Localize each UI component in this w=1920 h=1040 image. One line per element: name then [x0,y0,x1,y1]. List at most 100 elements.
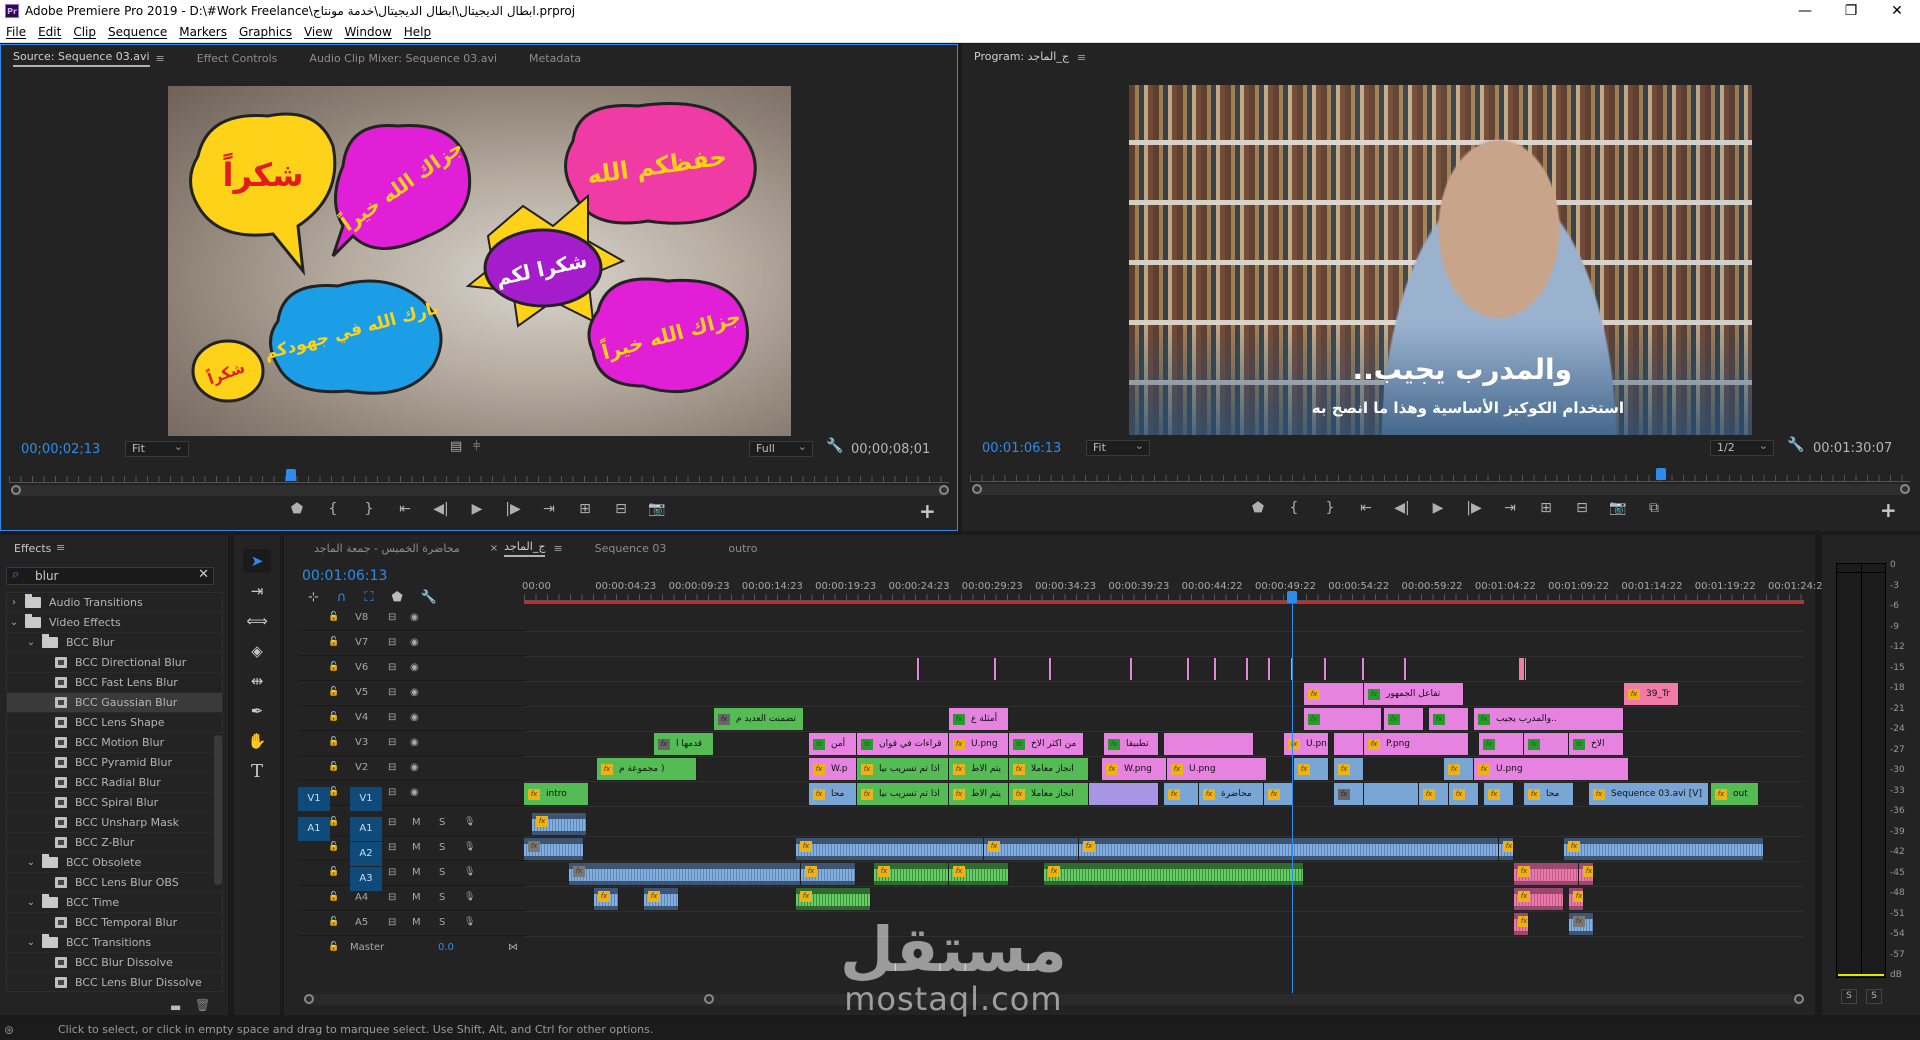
effects-tree-item[interactable]: ⌄ Video Effects [7,613,222,633]
mark-in-icon[interactable]: { [1276,500,1312,516]
timeline-clip[interactable]: fx [1164,783,1199,805]
track-lock-icon[interactable]: 🔓 [328,637,339,647]
audio-lane-a2[interactable]: fx fx fx fx fx fx [524,837,1804,862]
overwrite-icon[interactable]: ⊟ [603,501,639,517]
transition-sliver[interactable] [917,658,920,680]
toggle-output-eye-icon[interactable]: ◉ [410,787,419,798]
timeline-clip[interactable]: fx محا [1524,783,1574,805]
timeline-clip[interactable]: fx قدمها ا [654,733,714,755]
new-bin-icon[interactable]: ▬ [170,1000,181,1014]
effects-tree-item[interactable]: BCC Blur Dissolve [7,953,222,973]
tab-sequence-lecture[interactable]: محاضرة الخميس - جمعة الماجد [314,542,460,555]
menu-edit[interactable]: Edit [38,25,61,39]
step-back-icon[interactable]: ◀| [423,501,459,517]
tab-program[interactable]: Program: ج_الماجد [974,50,1069,65]
timeline-clip[interactable]: fx [1294,758,1329,780]
program-resolution-select[interactable]: 1/2 [1710,439,1774,456]
track-target-label[interactable]: A5 [355,917,368,928]
audio-clip[interactable]: fx [801,863,856,885]
mark-out-icon[interactable]: } [1312,500,1348,516]
effects-tree-item[interactable]: BCC Z-Blur [7,833,222,853]
go-to-in-icon[interactable]: ⇤ [387,501,423,517]
menu-view[interactable]: View [304,25,332,39]
sync-lock-icon[interactable]: ⊟ [388,867,396,878]
tab-sequence-aljajid[interactable]: ج_الماجد [504,540,546,557]
sync-lock-icon[interactable]: ⊟ [388,637,396,648]
audio-clip[interactable]: fx [1044,863,1304,885]
video-lane-v5[interactable]: fx fx تفاعل الجمهور fx 39_Tr [524,682,1804,707]
tab-audio-clip-mixer[interactable]: Audio Clip Mixer: Sequence 03.avi [309,52,497,65]
transition-sliver[interactable] [1268,658,1271,680]
toggle-output-eye-icon[interactable]: ◉ [410,637,419,648]
step-forward-icon[interactable]: |▶ [1456,500,1492,516]
timeline-clip[interactable]: fx W.p [809,758,857,780]
transition-sliver[interactable] [1130,658,1133,680]
video-lane-v3[interactable]: fx قدمها ا fx أمن fx قراءات في قوان fx U.png fx م… [524,732,1804,757]
effects-tree-item[interactable]: ⌄ BCC Blur [7,633,222,653]
maximize-button[interactable]: ❐ [1828,0,1874,22]
effects-tree-item[interactable]: ⌄ BCC Transitions [7,933,222,953]
insert-icon[interactable]: ⊞ [567,501,603,517]
toggle-output-eye-icon[interactable]: ◉ [410,662,419,673]
track-target-label[interactable]: V5 [355,687,368,698]
solo-track-button[interactable]: S [439,817,445,828]
tab-metadata[interactable]: Metadata [529,52,581,65]
scroll-end-handle[interactable] [939,485,949,495]
step-forward-icon[interactable]: |▶ [495,501,531,517]
audio-clip[interactable]: fx [532,813,587,835]
panel-menu-icon[interactable]: ≡ [1077,51,1086,64]
chevron-down-icon[interactable]: ⌄ [24,857,38,868]
track-select-tool-icon[interactable]: ⇥ [243,579,271,603]
sync-lock-icon[interactable]: ⊟ [388,687,396,698]
extract-icon[interactable]: ⊟ [1564,500,1600,516]
voice-over-mic-icon[interactable]: 🎙 [464,917,475,927]
track-target-label[interactable]: V6 [355,662,368,673]
timeline-clip[interactable]: fx U.png [1167,758,1267,780]
program-timecode[interactable]: 00:01:06:13 [982,441,1061,456]
button-editor-plus-icon[interactable]: + [1880,498,1897,522]
linked-selection-icon[interactable]: ⛶ [364,590,373,605]
timeline-clip[interactable]: fx مجموعة م ) [597,758,697,780]
selection-tool-icon[interactable]: ➤ [243,549,271,573]
timeline-clip[interactable]: fx اذا تم تسريب بيا [857,783,949,805]
audio-lane-a3[interactable]: fx fx fx fx fx fx fx [524,862,1804,887]
mute-track-button[interactable]: M [412,867,421,878]
timeline-clip[interactable] [1362,708,1382,730]
audio-clip[interactable]: fx [1569,888,1584,910]
hand-tool-icon[interactable]: ✋ [243,729,271,753]
timeline-clip[interactable]: fx [1264,783,1294,805]
tab-outro[interactable]: outro [728,542,757,555]
timeline-clip[interactable]: fx من اكثر الاخ [1009,733,1084,755]
timeline-clip[interactable]: fx والمدرب يجيب.. [1474,708,1624,730]
effects-tree-item[interactable]: BCC Spiral Blur [7,793,222,813]
mute-track-button[interactable]: M [412,842,421,853]
video-lane-v8[interactable] [524,607,1804,632]
toggle-output-eye-icon[interactable]: ◉ [410,687,419,698]
mark-in-icon[interactable]: { [315,501,351,517]
menu-help[interactable]: Help [404,25,431,39]
track-target-label[interactable]: V2 [355,762,368,773]
track-target-label[interactable]: V7 [355,637,368,648]
audio-lane-a4[interactable]: fx fx fx fx fx [524,887,1804,912]
timeline-clip[interactable]: fx انجاز معاملا [1009,758,1089,780]
audio-clip[interactable]: fx [1579,863,1594,885]
solo-track-button[interactable]: S [439,917,445,928]
timeline-clip[interactable] [1164,733,1254,755]
delete-icon[interactable]: 🗑 [195,998,210,1012]
timeline-clip[interactable]: fx 39_Tr [1624,683,1679,705]
sync-lock-icon[interactable]: ⊟ [388,842,396,853]
panel-menu-icon[interactable]: ≡ [553,542,562,555]
effects-tree-item[interactable]: BCC Lens Shape [7,713,222,733]
menu-file[interactable]: File [6,25,26,39]
source-time-ruler[interactable] [9,469,949,483]
track-lock-icon[interactable]: 🔓 [328,712,339,722]
source-playhead[interactable] [286,469,296,481]
sync-lock-icon[interactable]: ⊟ [388,737,396,748]
audio-clip[interactable]: fx [1499,838,1514,860]
minimize-button[interactable]: — [1782,0,1828,22]
sync-lock-icon[interactable]: ⊟ [388,712,396,723]
voice-over-mic-icon[interactable]: 🎙 [464,892,475,902]
toggle-output-eye-icon[interactable]: ◉ [410,712,419,723]
toggle-output-eye-icon[interactable]: ◉ [410,762,419,773]
menu-markers[interactable]: Markers [179,25,227,39]
